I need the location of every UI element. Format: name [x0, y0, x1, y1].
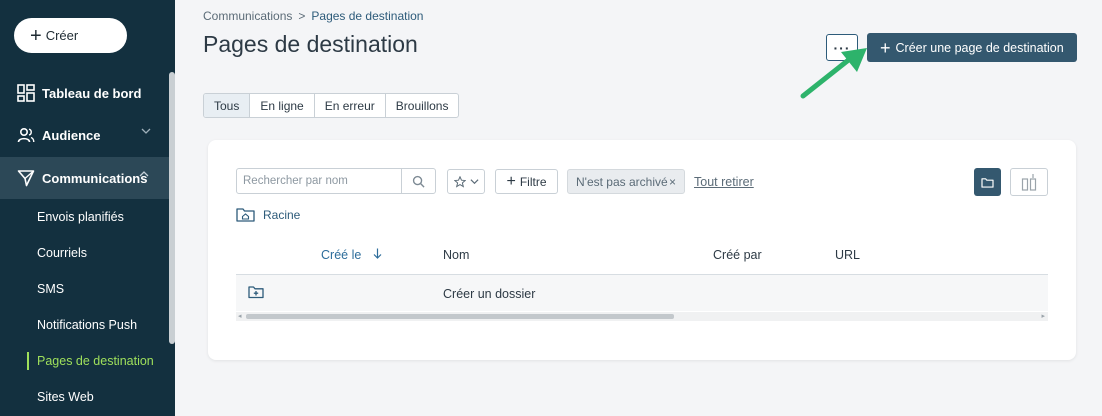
breadcrumb-separator-icon: >: [298, 9, 306, 23]
annotation-arrow-icon: [800, 48, 867, 99]
filter-chip-not-archived: N'est pas archivé ×: [567, 169, 685, 194]
sidebar-item-dashboard[interactable]: Tableau de bord: [0, 72, 169, 114]
sidebar-subitem-label: Envois planifiés: [37, 210, 124, 224]
sidebar-subitem-label: SMS: [37, 282, 65, 296]
folder-root-label: Racine: [263, 207, 301, 222]
create-folder-label[interactable]: Créer un dossier: [443, 287, 535, 301]
plus-icon: +: [880, 37, 891, 58]
folder-icon: [981, 177, 994, 188]
page-title: Pages de destination: [203, 31, 418, 57]
sidebar-subitem-sms[interactable]: SMS: [0, 271, 169, 307]
column-header-label: Créé le: [321, 248, 362, 262]
search-button[interactable]: [401, 169, 435, 193]
sidebar-subitem-websites[interactable]: Sites Web: [0, 379, 169, 415]
home-folder-icon: [236, 208, 255, 222]
sidebar-item-label: Tableau de bord: [42, 85, 142, 101]
tab-drafts[interactable]: Brouillons: [386, 94, 459, 117]
column-header-name[interactable]: Nom: [443, 248, 469, 262]
create-landing-page-label: Créer une page de destination: [895, 40, 1064, 55]
filter-chip-label: N'est pas archivé: [576, 174, 668, 189]
favorites-dropdown[interactable]: [447, 169, 485, 194]
columns-icon: [1021, 174, 1037, 191]
scroll-left-icon[interactable]: ◂: [238, 312, 242, 320]
sidebar-item-label: Audience: [42, 127, 101, 143]
add-folder-icon[interactable]: [248, 285, 264, 304]
scroll-right-icon[interactable]: ▸: [1041, 312, 1045, 320]
chevron-down-icon: [469, 179, 479, 185]
sidebar-subitem-label: Courriels: [37, 246, 88, 260]
folder-root-crumb[interactable]: Racine: [236, 207, 300, 222]
send-icon: [16, 168, 36, 188]
search-input[interactable]: [237, 169, 402, 193]
breadcrumb-current: Pages de destination: [311, 9, 424, 23]
plus-icon: +: [30, 24, 42, 47]
sidebar: + Créer Tableau de bord Audience Communi…: [0, 0, 175, 416]
sidebar-subitem-emails[interactable]: Courriels: [0, 235, 169, 271]
clear-all-filters-link[interactable]: Tout retirer: [694, 175, 754, 189]
sidebar-subitem-landing-pages[interactable]: Pages de destination: [0, 343, 169, 379]
tab-error[interactable]: En erreur: [315, 94, 386, 117]
status-tabs: Tous En ligne En erreur Brouillons: [203, 93, 460, 118]
plus-icon: +: [506, 172, 516, 190]
scrollbar-thumb[interactable]: [246, 314, 674, 319]
chevron-down-icon: [141, 126, 151, 139]
dashboard-icon: [16, 83, 36, 103]
search-box: [236, 168, 436, 194]
filter-button[interactable]: + Filtre: [495, 169, 558, 194]
tab-online[interactable]: En ligne: [250, 94, 315, 117]
column-header-created-by[interactable]: Créé par: [713, 248, 762, 262]
sidebar-subitem-label: Sites Web: [37, 390, 94, 404]
column-settings-button[interactable]: [1010, 168, 1048, 196]
column-header-url[interactable]: URL: [835, 248, 860, 262]
column-header-created-on[interactable]: Créé le: [321, 248, 382, 262]
tab-all[interactable]: Tous: [204, 94, 251, 117]
create-button[interactable]: + Créer: [14, 18, 127, 53]
sidebar-item-label: Communications: [42, 170, 148, 186]
folder-view-button[interactable]: [974, 168, 1001, 196]
audience-icon: [16, 125, 36, 145]
table-row[interactable]: [236, 275, 1048, 311]
horizontal-scrollbar[interactable]: ◂ ▸: [236, 312, 1048, 321]
sidebar-item-audience[interactable]: Audience: [0, 114, 169, 156]
create-landing-page-button[interactable]: + Créer une page de destination: [867, 33, 1077, 62]
search-icon: [413, 175, 425, 188]
breadcrumb-parent[interactable]: Communications: [203, 9, 292, 23]
chevron-up-icon: [139, 169, 149, 182]
sidebar-scrollbar[interactable]: [169, 72, 175, 344]
sidebar-item-communications[interactable]: Communications: [0, 157, 169, 199]
sidebar-subitem-label: Notifications Push: [37, 318, 138, 332]
close-icon[interactable]: ×: [669, 175, 676, 189]
arrow-down-icon: [373, 248, 382, 262]
create-button-label: Créer: [45, 28, 79, 43]
filter-button-label: Filtre: [519, 174, 547, 189]
sidebar-subitem-push[interactable]: Notifications Push: [0, 307, 169, 343]
star-icon: [453, 175, 466, 188]
sidebar-subitem-scheduled[interactable]: Envois planifiés: [0, 199, 169, 235]
breadcrumb: Communications > Pages de destination: [203, 9, 423, 23]
sidebar-subitem-label: Pages de destination: [37, 354, 154, 368]
